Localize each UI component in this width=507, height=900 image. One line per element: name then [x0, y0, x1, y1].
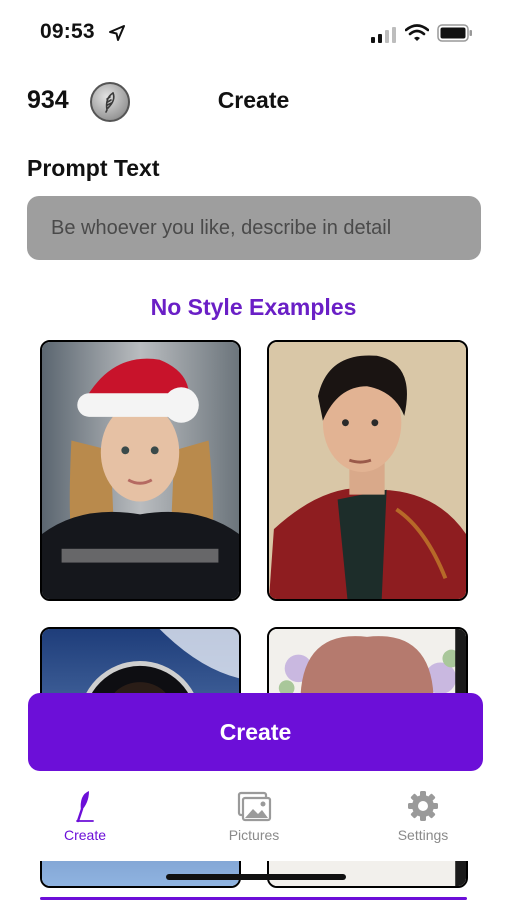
status-bar: 09:53 — [0, 0, 507, 64]
wifi-icon — [405, 24, 429, 41]
pictures-icon — [237, 791, 272, 822]
tab-pictures[interactable]: Pictures — [194, 789, 314, 843]
status-time: 09:53 — [40, 20, 95, 43]
tab-pictures-label: Pictures — [228, 827, 280, 843]
tab-bar: Create Pictures Settings — [0, 771, 507, 861]
tab-settings-label: Settings — [397, 827, 449, 843]
example-image-2[interactable] — [267, 340, 468, 601]
example-image-1[interactable] — [40, 340, 241, 601]
woman-santa-hat-portrait — [42, 342, 239, 599]
man-red-robe-portrait — [269, 342, 466, 599]
examples-heading: No Style Examples — [150, 294, 357, 320]
tab-create[interactable]: Create — [25, 789, 145, 843]
tab-create-label: Create — [63, 827, 107, 843]
prompt-label: Prompt Text — [27, 155, 160, 181]
location-arrow-icon — [109, 25, 125, 41]
battery-icon — [437, 24, 472, 42]
create-button[interactable]: Create — [28, 693, 483, 771]
tab-settings[interactable]: Settings — [363, 789, 483, 843]
prompt-input[interactable] — [27, 196, 481, 260]
home-indicator[interactable] — [166, 874, 346, 880]
page-title: Create — [217, 87, 290, 113]
gear-icon — [408, 791, 438, 821]
cellular-signal-icon — [371, 27, 396, 43]
feather-icon — [76, 791, 94, 823]
